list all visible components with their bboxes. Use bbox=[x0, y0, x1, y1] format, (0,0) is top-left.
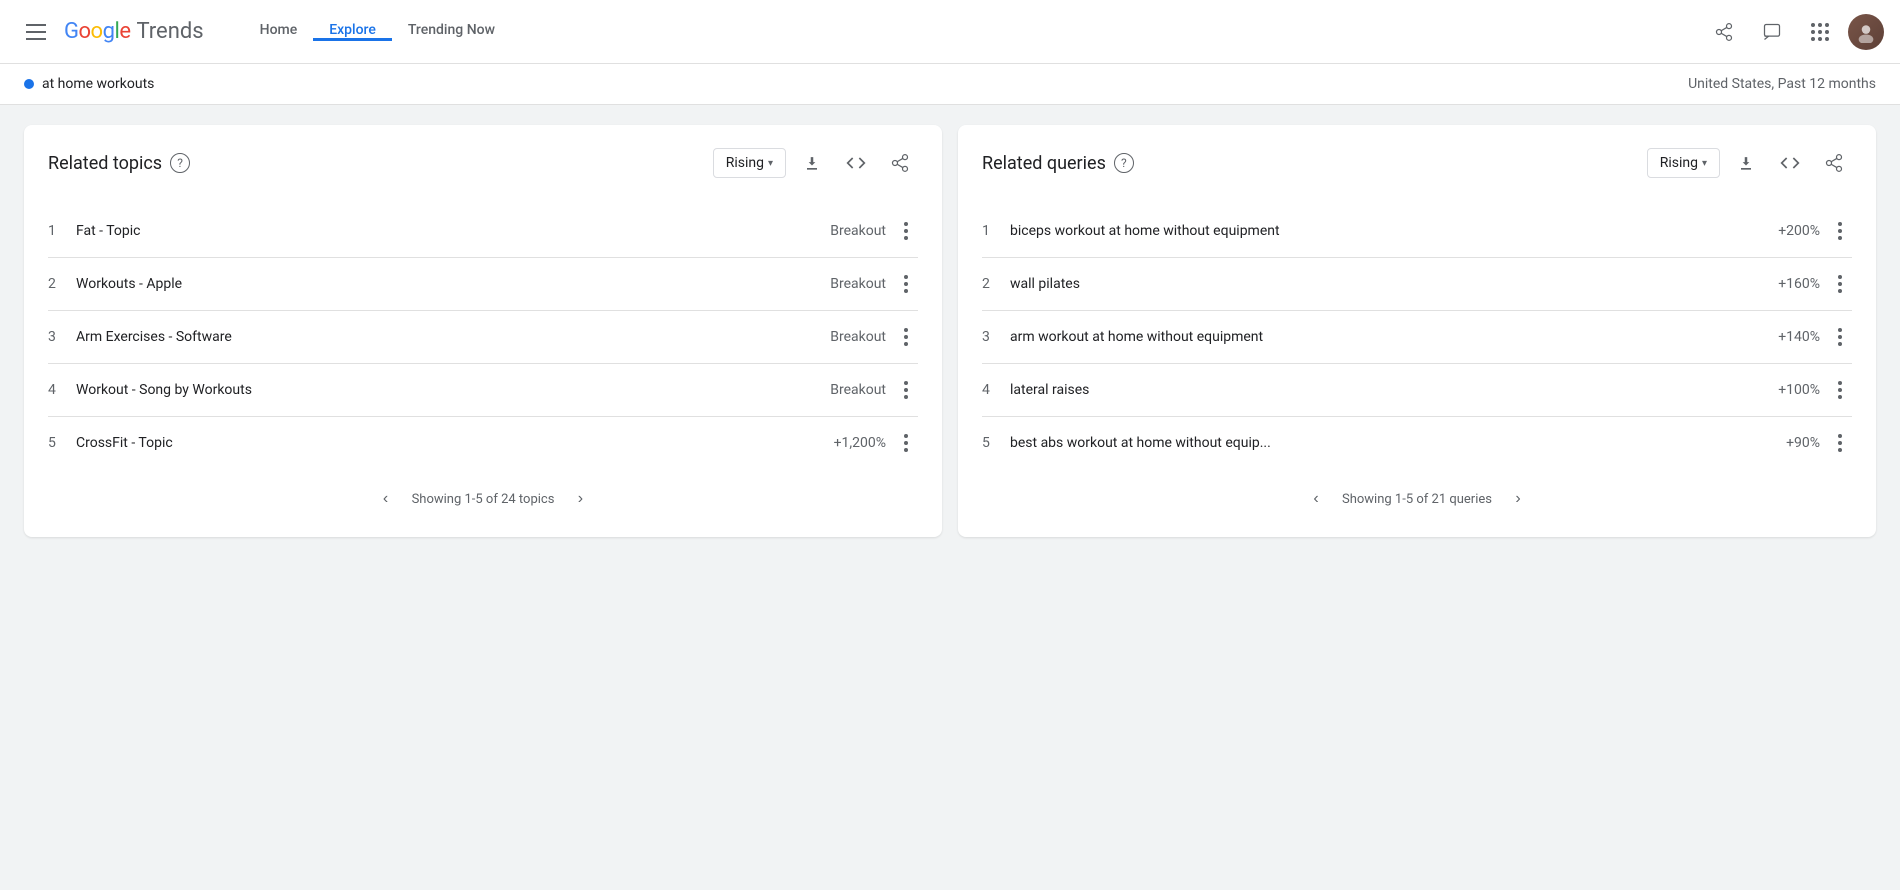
topics-card-header: Related topics ? Rising ▾ bbox=[48, 145, 918, 181]
more-menu-icon[interactable] bbox=[1828, 219, 1852, 243]
table-row: 1 Fat - Topic Breakout bbox=[48, 205, 918, 258]
queries-title-text: Related queries bbox=[982, 153, 1106, 174]
share-icon bbox=[1714, 22, 1734, 42]
chevron-down-icon: ▾ bbox=[1702, 158, 1707, 169]
topics-dropdown[interactable]: Rising ▾ bbox=[713, 148, 786, 178]
topics-help-icon[interactable]: ? bbox=[170, 153, 190, 173]
more-menu-icon[interactable] bbox=[894, 272, 918, 296]
table-row: 4 Workout - Song by Workouts Breakout bbox=[48, 364, 918, 417]
download-icon bbox=[802, 153, 822, 173]
topics-prev-button[interactable]: ‹ bbox=[372, 485, 400, 513]
logo-trends-text: Trends bbox=[136, 19, 203, 44]
search-dot bbox=[24, 79, 34, 89]
topics-download-button[interactable] bbox=[794, 145, 830, 181]
more-menu-icon[interactable] bbox=[894, 378, 918, 402]
topics-next-button[interactable]: › bbox=[566, 485, 594, 513]
header: Google Trends Home Explore Trending Now bbox=[0, 0, 1900, 64]
avatar[interactable] bbox=[1848, 14, 1884, 50]
download-icon bbox=[1736, 153, 1756, 173]
menu-button[interactable] bbox=[16, 12, 56, 52]
nav-explore[interactable]: Explore bbox=[313, 22, 392, 41]
queries-card-title: Related queries ? bbox=[982, 153, 1647, 174]
topics-card-title: Related topics ? bbox=[48, 153, 713, 174]
google-trends-logo[interactable]: Google Trends bbox=[64, 19, 204, 44]
code-icon bbox=[1780, 153, 1800, 173]
hamburger-icon bbox=[18, 16, 54, 48]
nav-trending[interactable]: Trending Now bbox=[392, 22, 511, 41]
table-row: 1 biceps workout at home without equipme… bbox=[982, 205, 1852, 258]
queries-controls: Rising ▾ bbox=[1647, 145, 1852, 181]
topics-table: 1 Fat - Topic Breakout 2 Workouts - Appl… bbox=[48, 205, 918, 469]
code-icon bbox=[846, 153, 866, 173]
apps-button[interactable] bbox=[1800, 12, 1840, 52]
search-location: United States, Past 12 months bbox=[1688, 76, 1876, 92]
topics-pagination: ‹ Showing 1-5 of 24 topics › bbox=[48, 469, 918, 517]
header-right bbox=[1704, 12, 1884, 52]
queries-pagination: ‹ Showing 1-5 of 21 queries › bbox=[982, 469, 1852, 517]
related-queries-card: Related queries ? Rising ▾ bbox=[958, 125, 1876, 537]
topics-embed-button[interactable] bbox=[838, 145, 874, 181]
queries-table: 1 biceps workout at home without equipme… bbox=[982, 205, 1852, 469]
queries-share-button[interactable] bbox=[1816, 145, 1852, 181]
queries-embed-button[interactable] bbox=[1772, 145, 1808, 181]
more-menu-icon[interactable] bbox=[894, 219, 918, 243]
share-icon-queries bbox=[1824, 153, 1844, 173]
topics-title-text: Related topics bbox=[48, 153, 162, 174]
table-row: 2 Workouts - Apple Breakout bbox=[48, 258, 918, 311]
queries-pagination-label: Showing 1-5 of 21 queries bbox=[1342, 492, 1492, 507]
table-row: 5 best abs workout at home without equip… bbox=[982, 417, 1852, 469]
header-left: Google Trends Home Explore Trending Now bbox=[16, 12, 511, 52]
topics-share-button[interactable] bbox=[882, 145, 918, 181]
queries-card-header: Related queries ? Rising ▾ bbox=[982, 145, 1852, 181]
nav-home[interactable]: Home bbox=[244, 22, 314, 41]
chevron-down-icon: ▾ bbox=[768, 158, 773, 169]
feedback-icon bbox=[1762, 22, 1782, 42]
more-menu-icon[interactable] bbox=[1828, 378, 1852, 402]
table-row: 3 Arm Exercises - Software Breakout bbox=[48, 311, 918, 364]
more-menu-icon[interactable] bbox=[1828, 431, 1852, 455]
topics-pagination-label: Showing 1-5 of 24 topics bbox=[412, 492, 555, 507]
more-menu-icon[interactable] bbox=[1828, 325, 1852, 349]
table-row: 4 lateral raises +100% bbox=[982, 364, 1852, 417]
more-menu-icon[interactable] bbox=[894, 325, 918, 349]
table-row: 3 arm workout at home without equipment … bbox=[982, 311, 1852, 364]
share-button[interactable] bbox=[1704, 12, 1744, 52]
queries-download-button[interactable] bbox=[1728, 145, 1764, 181]
related-topics-card: Related topics ? Rising ▾ bbox=[24, 125, 942, 537]
avatar-icon bbox=[1855, 21, 1877, 43]
table-row: 2 wall pilates +160% bbox=[982, 258, 1852, 311]
main-nav: Home Explore Trending Now bbox=[244, 22, 511, 41]
queries-dropdown-label: Rising bbox=[1660, 155, 1698, 171]
main-content: Related topics ? Rising ▾ bbox=[0, 105, 1900, 557]
more-menu-icon[interactable] bbox=[1828, 272, 1852, 296]
table-row: 5 CrossFit - Topic +1,200% bbox=[48, 417, 918, 469]
queries-help-icon[interactable]: ? bbox=[1114, 153, 1134, 173]
share-icon-topics bbox=[890, 153, 910, 173]
queries-dropdown[interactable]: Rising ▾ bbox=[1647, 148, 1720, 178]
search-term: at home workouts bbox=[42, 76, 154, 92]
grid-icon bbox=[1811, 23, 1829, 41]
topics-controls: Rising ▾ bbox=[713, 145, 918, 181]
logo-google-text: Google bbox=[64, 19, 130, 44]
more-menu-icon[interactable] bbox=[894, 431, 918, 455]
queries-prev-button[interactable]: ‹ bbox=[1302, 485, 1330, 513]
topics-dropdown-label: Rising bbox=[726, 155, 764, 171]
search-bar: at home workouts United States, Past 12 … bbox=[0, 64, 1900, 105]
feedback-button[interactable] bbox=[1752, 12, 1792, 52]
queries-next-button[interactable]: › bbox=[1504, 485, 1532, 513]
